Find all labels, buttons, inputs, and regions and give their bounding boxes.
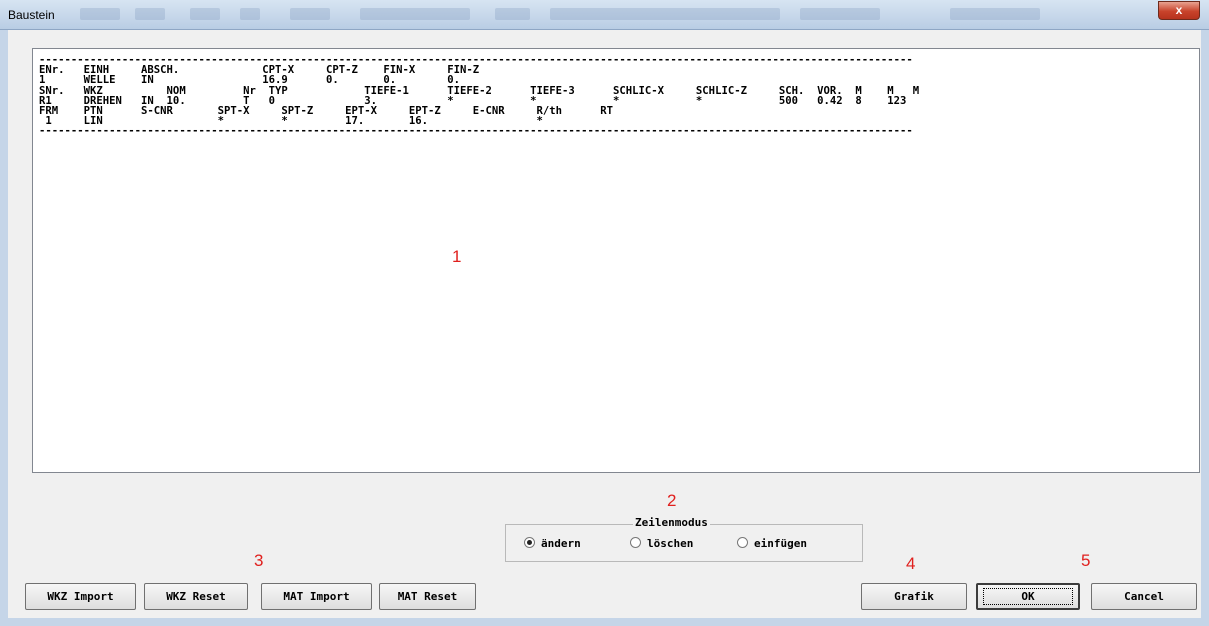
- background-ribbon-ghost: [240, 8, 260, 20]
- radio-checked-icon: [524, 537, 535, 548]
- ok-button[interactable]: OK: [976, 583, 1080, 610]
- program-text-area[interactable]: ----------------------------------------…: [32, 48, 1200, 473]
- radio-einfuegen[interactable]: einfügen: [737, 537, 807, 550]
- background-ribbon-ghost: [800, 8, 880, 20]
- background-ribbon-ghost: [550, 8, 780, 20]
- annotation-marker-4: 4: [906, 554, 916, 573]
- background-ribbon-ghost: [495, 8, 530, 20]
- zeilenmodus-label: Zeilenmodus: [633, 516, 710, 529]
- background-ribbon-ghost: [950, 8, 1040, 20]
- window-frame-bottom: [0, 618, 1209, 626]
- window-frame-left: [0, 30, 8, 626]
- annotation-marker-3: 3: [254, 551, 264, 570]
- background-ribbon-ghost: [290, 8, 330, 20]
- window-frame-right: [1201, 30, 1209, 626]
- window-title: Baustein: [8, 8, 55, 22]
- radio-loeschen[interactable]: löschen: [630, 537, 693, 550]
- annotation-marker-1: 1: [452, 247, 462, 266]
- ok-button-label: OK: [983, 588, 1073, 605]
- text-line: ----------------------------------------…: [39, 125, 913, 138]
- zeilenmodus-group: Zeilenmodus ändern löschen einfügen: [505, 516, 863, 562]
- mat-import-button[interactable]: MAT Import: [261, 583, 372, 610]
- dialog-client-area: ----------------------------------------…: [8, 30, 1201, 618]
- wkz-import-button[interactable]: WKZ Import: [25, 583, 136, 610]
- grafik-button[interactable]: Grafik: [861, 583, 967, 610]
- title-bar: Baustein x: [0, 0, 1209, 30]
- radio-unchecked-icon: [630, 537, 641, 548]
- annotation-marker-5: 5: [1081, 551, 1091, 570]
- background-ribbon-ghost: [80, 8, 120, 20]
- radio-loeschen-label: löschen: [647, 537, 694, 550]
- mat-reset-button[interactable]: MAT Reset: [379, 583, 476, 610]
- wkz-reset-button[interactable]: WKZ Reset: [144, 583, 248, 610]
- background-ribbon-ghost: [135, 8, 165, 20]
- cancel-button[interactable]: Cancel: [1091, 583, 1197, 610]
- radio-unchecked-icon: [737, 537, 748, 548]
- radio-aendern-label: ändern: [541, 537, 581, 550]
- radio-einfuegen-label: einfügen: [754, 537, 807, 550]
- close-button[interactable]: x: [1158, 1, 1200, 20]
- radio-aendern[interactable]: ändern: [524, 537, 581, 550]
- background-ribbon-ghost: [190, 8, 220, 20]
- program-text: ----------------------------------------…: [39, 55, 919, 137]
- background-ribbon-ghost: [360, 8, 470, 20]
- annotation-marker-2: 2: [667, 491, 677, 510]
